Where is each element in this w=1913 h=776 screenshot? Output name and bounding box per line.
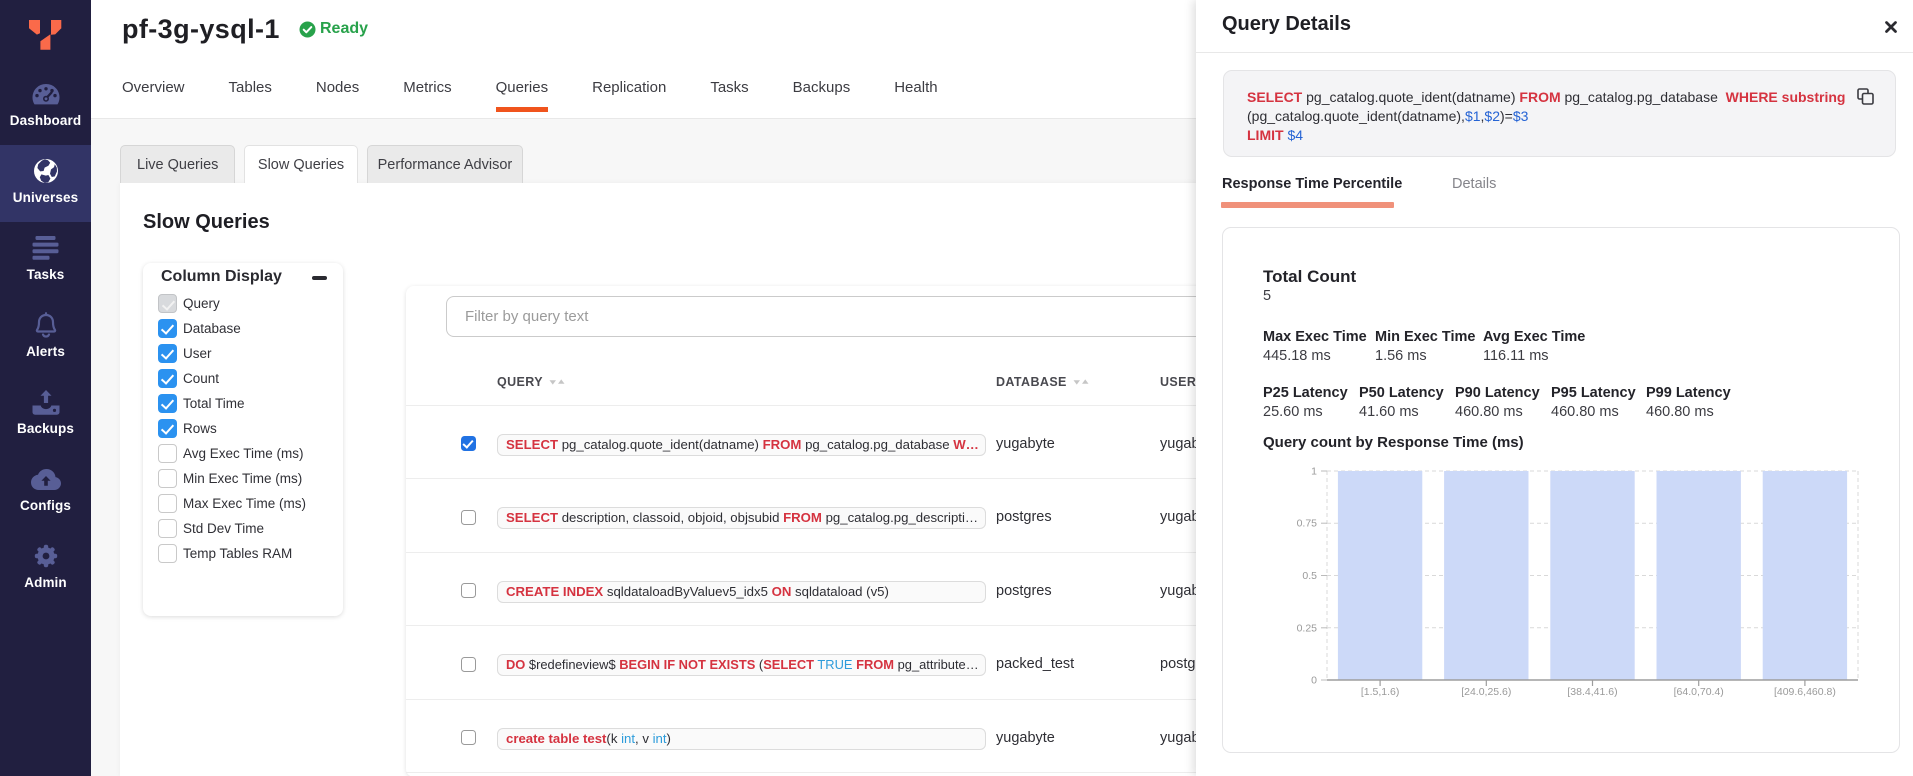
svg-text:[24.0,25.6): [24.0,25.6) (1461, 686, 1511, 698)
svg-text:[38.4,41.6): [38.4,41.6) (1567, 686, 1617, 698)
svg-text:[409.6,460.8): [409.6,460.8) (1774, 686, 1836, 698)
svg-text:1: 1 (1311, 466, 1317, 478)
svg-text:0.5: 0.5 (1302, 570, 1317, 582)
svg-text:[1.5,1.6): [1.5,1.6) (1361, 686, 1400, 698)
svg-text:0.25: 0.25 (1297, 622, 1318, 634)
svg-text:0: 0 (1311, 675, 1317, 687)
svg-text:0.75: 0.75 (1297, 518, 1318, 530)
svg-text:[64.0,70.4): [64.0,70.4) (1674, 686, 1724, 698)
